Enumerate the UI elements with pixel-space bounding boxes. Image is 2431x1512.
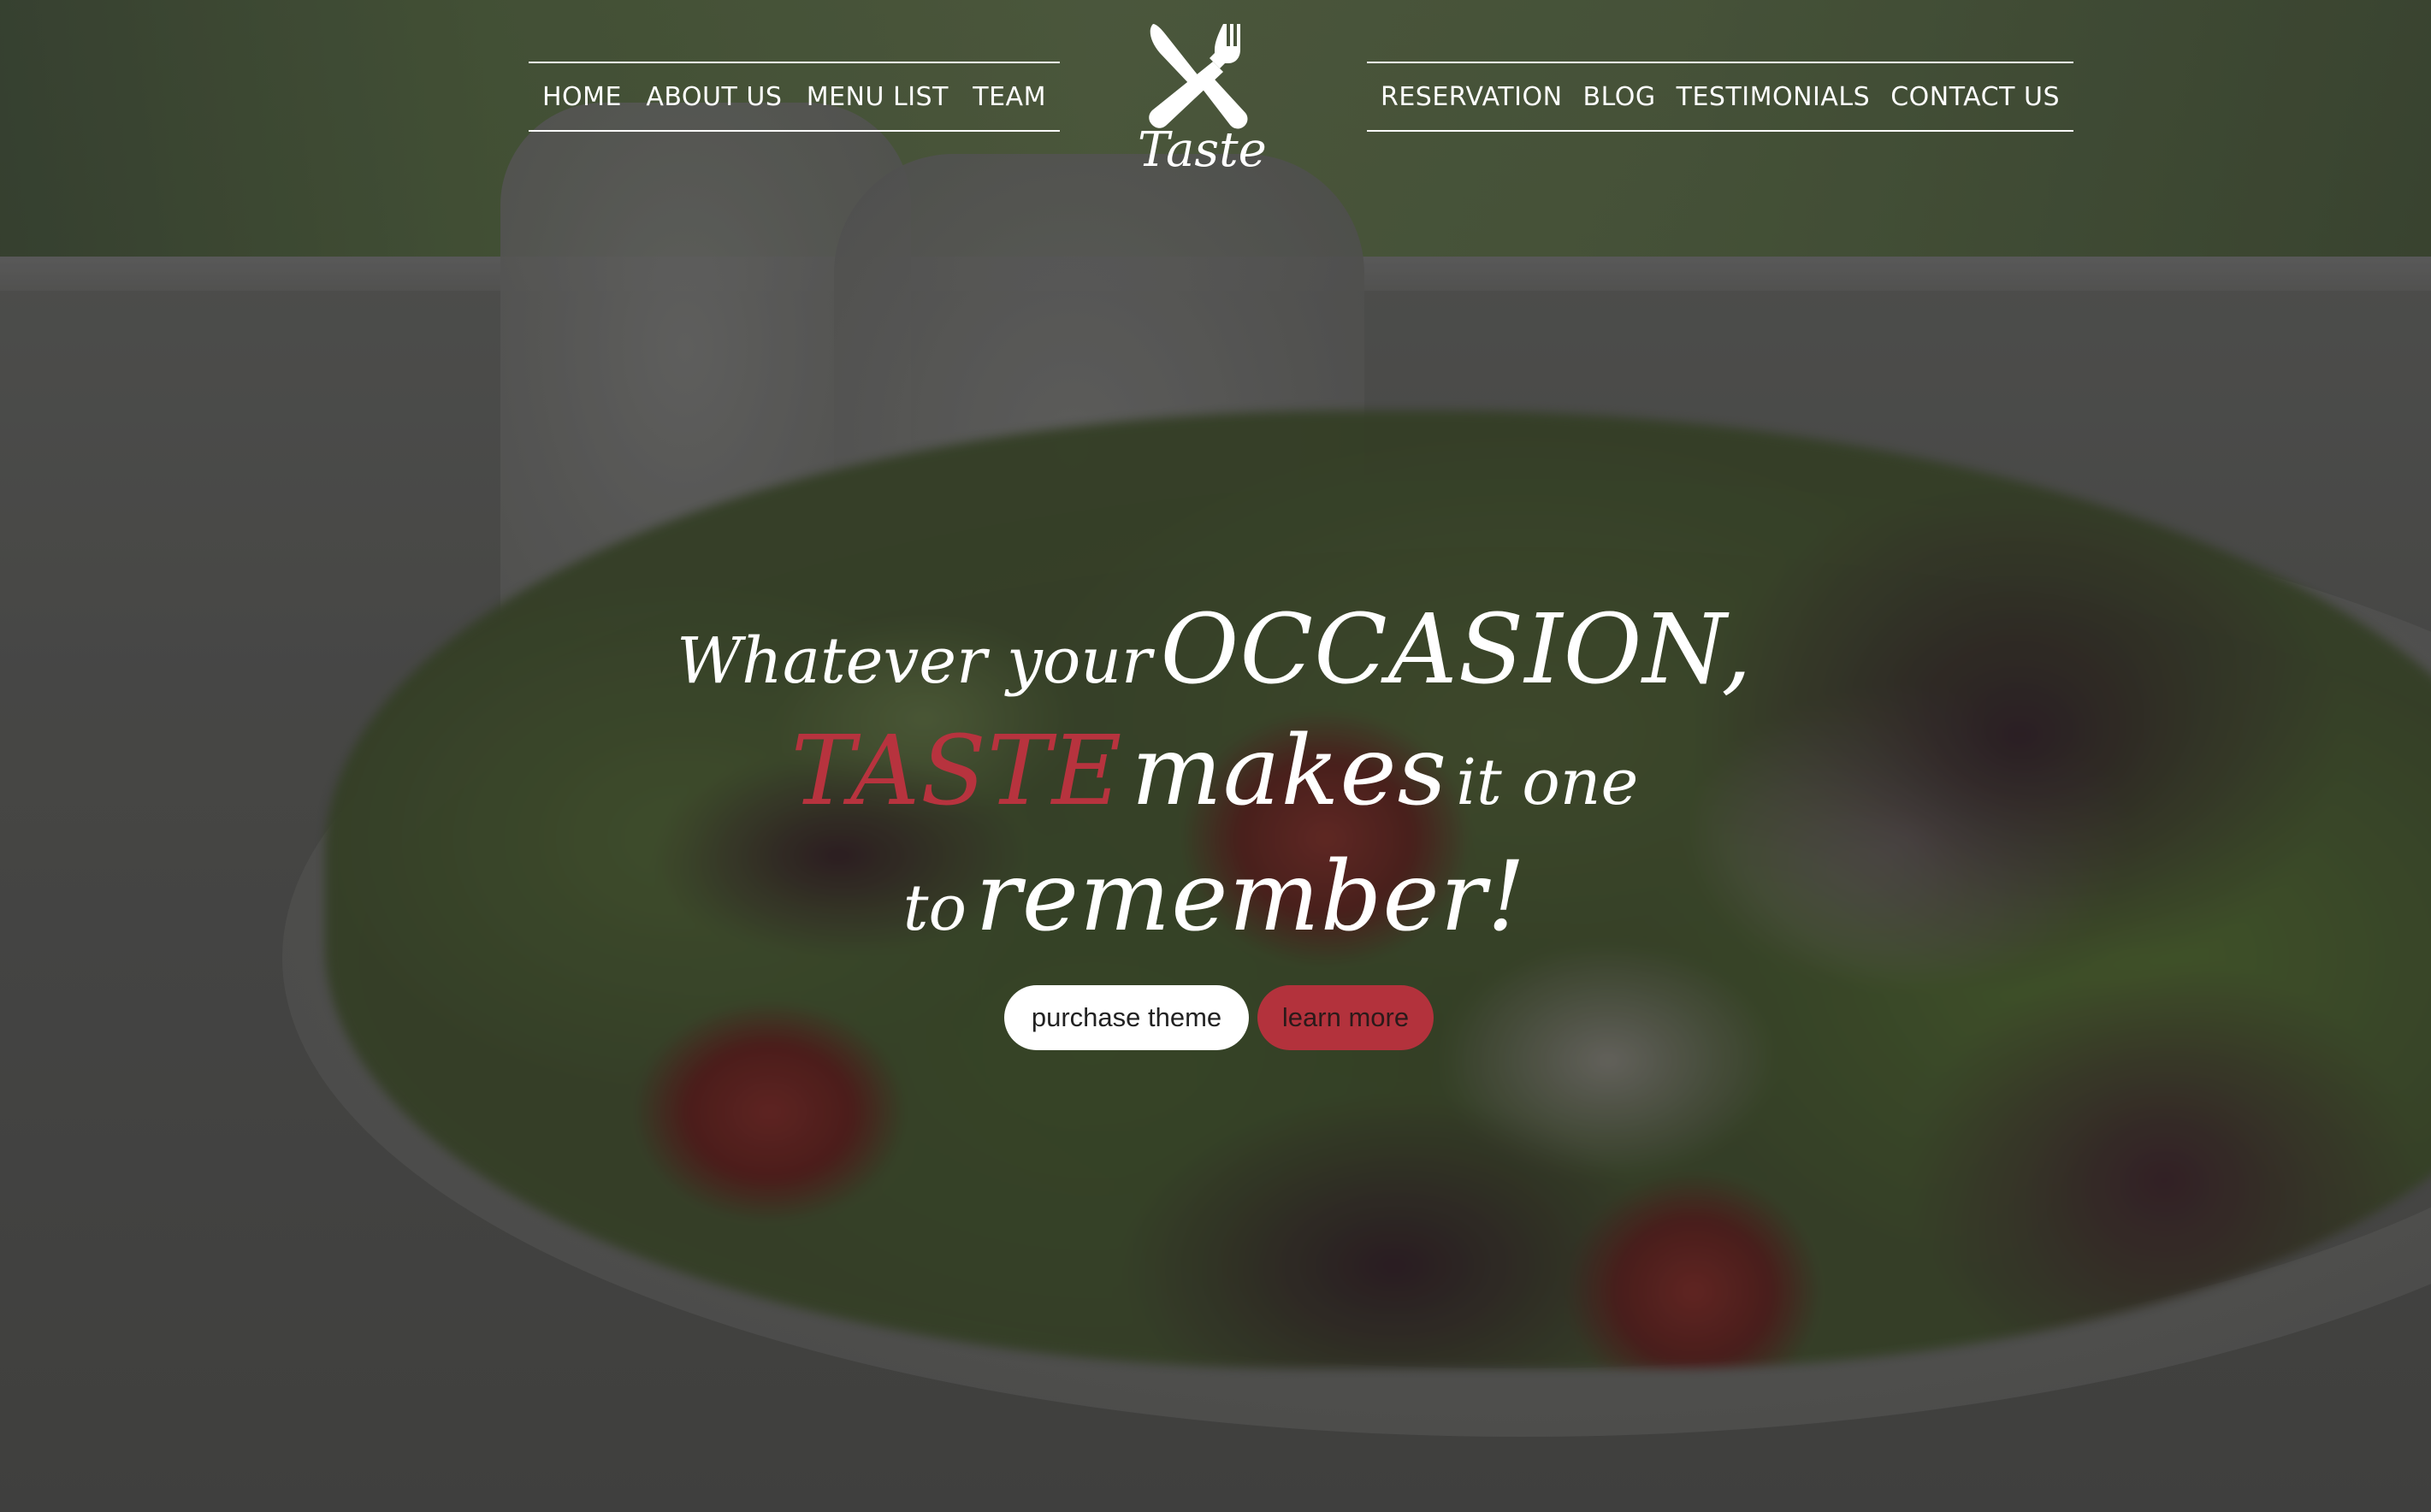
nav-item-menu-list[interactable]: MENU LIST: [807, 82, 949, 112]
nav-left: HOME ABOUT US MENU LIST TEAM: [529, 62, 1060, 132]
nav-item-contact-us[interactable]: CONTACT US: [1890, 82, 2060, 112]
site-logo[interactable]: Taste: [1138, 21, 1267, 183]
purchase-theme-button[interactable]: purchase theme: [1004, 985, 1249, 1050]
logo-text: Taste: [1138, 122, 1267, 178]
nav-right: RESERVATION BLOG TESTIMONIALS CONTACT US: [1367, 62, 2073, 132]
headline-text: to: [902, 871, 967, 945]
nav-item-about-us[interactable]: ABOUT US: [646, 82, 782, 112]
crossed-knife-fork-icon: [1149, 24, 1248, 129]
headline-emphasis: OCCASION,: [1160, 594, 1753, 706]
headline-text: it one: [1456, 746, 1639, 819]
nav-item-home[interactable]: HOME: [542, 82, 622, 112]
nav-item-blog[interactable]: BLOG: [1583, 82, 1656, 112]
headline-line-1: Whatever your OCCASION,: [513, 590, 1916, 710]
headline-emphasis: remember!: [975, 842, 1527, 953]
hero-section: HOME ABOUT US MENU LIST TEAM Taste RESER…: [0, 0, 2431, 1512]
headline-emphasis: makes: [1131, 716, 1448, 827]
headline-line-3: to remember!: [513, 833, 1916, 961]
headline-line-2: TASTE makes it one: [513, 710, 1916, 833]
nav-item-reservation[interactable]: RESERVATION: [1381, 82, 1563, 112]
hero-headline: Whatever your OCCASION, TASTE makes it o…: [513, 590, 1916, 961]
nav-item-team[interactable]: TEAM: [973, 82, 1046, 112]
headline-text: Whatever your: [677, 624, 1152, 698]
headline-brand-accent: TASTE: [790, 716, 1123, 827]
learn-more-button[interactable]: learn more: [1257, 985, 1434, 1050]
nav-item-testimonials[interactable]: TESTIMONIALS: [1677, 82, 1871, 112]
